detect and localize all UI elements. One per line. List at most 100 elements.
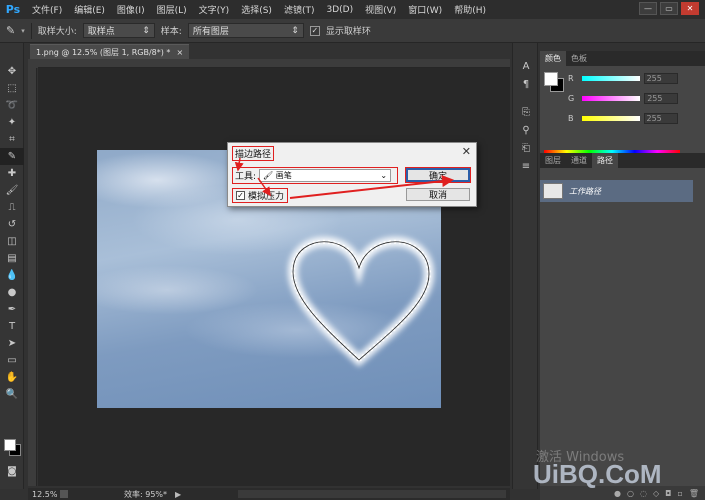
path-thumbnail xyxy=(543,183,563,199)
paragraph-panel-icon[interactable]: ¶ xyxy=(513,75,539,93)
menu-window[interactable]: 窗口(W) xyxy=(402,3,448,16)
heart-sparkles xyxy=(290,239,432,363)
status-menu-arrow-icon[interactable]: ▶ xyxy=(175,490,181,499)
gradient-tool-icon[interactable]: ▤ xyxy=(0,250,24,267)
crop-tool-icon[interactable]: ⌗ xyxy=(0,131,24,148)
show-ring-checkbox[interactable]: ✓ xyxy=(309,25,320,36)
add-mask-icon[interactable]: ◘ xyxy=(665,489,671,498)
site-watermark: UiBQ.CoM xyxy=(533,459,662,489)
tools-panel: ✥ ⬚ ➰ ✦ ⌗ ✎ ✚ 🖌 ⎍ ↺ ◫ ▤ 💧 ● ✒ T ➤ ▭ ✋ 🔍 … xyxy=(0,43,24,489)
slider-g[interactable]: G 255 xyxy=(568,92,679,104)
tab-swatches[interactable]: 色板 xyxy=(566,51,592,66)
menu-3d[interactable]: 3D(D) xyxy=(320,5,359,15)
sample-select[interactable]: 所有图层 ⇕ xyxy=(187,23,304,38)
close-icon[interactable]: ✕ xyxy=(462,145,471,158)
minimize-button[interactable]: — xyxy=(639,2,657,15)
menu-type[interactable]: 文字(Y) xyxy=(193,3,236,16)
tool-select[interactable]: 🖌 画笔 ⌄ xyxy=(259,169,392,182)
brush-preset-icon[interactable]: ⎘ xyxy=(513,103,539,121)
foreground-color-swatch[interactable] xyxy=(4,439,16,451)
zoom-level[interactable]: 12.5% xyxy=(28,490,60,499)
ps-logo: Ps xyxy=(5,3,21,16)
simulate-pressure-label: 模拟压力 xyxy=(248,192,285,202)
work-path-row[interactable]: 工作路径 xyxy=(540,180,693,202)
slider-r[interactable]: R 255 xyxy=(568,72,678,84)
history-brush-tool-icon[interactable]: ↺ xyxy=(0,216,24,233)
cancel-button[interactable]: 取消 xyxy=(406,188,470,201)
brush-tool-icon[interactable]: 🖌 xyxy=(0,182,24,199)
color-foreground-swatch[interactable] xyxy=(544,72,558,86)
menu-select[interactable]: 选择(S) xyxy=(235,3,278,16)
show-ring-label: 显示取样环 xyxy=(325,27,371,37)
slider-r-value[interactable]: 255 xyxy=(643,72,678,84)
shape-tool-icon[interactable]: ▭ xyxy=(0,352,24,369)
lasso-tool-icon[interactable]: ➰ xyxy=(0,97,24,114)
options-separator xyxy=(30,22,32,39)
new-path-icon[interactable]: ▫ xyxy=(677,489,682,498)
sample-value: 所有图层 xyxy=(192,27,229,37)
maximize-button[interactable]: ▭ xyxy=(660,2,678,15)
select-arrows-icon: ⇕ xyxy=(142,25,150,36)
tab-color[interactable]: 颜色 xyxy=(540,51,566,66)
delete-path-icon[interactable]: 🗑 xyxy=(689,489,699,498)
slider-r-track[interactable] xyxy=(581,75,640,81)
menu-filter[interactable]: 滤镜(T) xyxy=(278,3,321,16)
slider-g-value[interactable]: 255 xyxy=(644,92,679,104)
tool-presets-icon[interactable]: ⎗ xyxy=(513,139,539,157)
menu-help[interactable]: 帮助(H) xyxy=(448,3,492,16)
eyedropper-tool-icon[interactable]: ✎ xyxy=(6,24,15,37)
menu-view[interactable]: 视图(V) xyxy=(359,3,402,16)
status-info-icon[interactable] xyxy=(60,490,68,498)
simulate-pressure-checkbox[interactable]: ✓ xyxy=(236,191,245,200)
tool-label: 工具: xyxy=(235,172,257,182)
eraser-tool-icon[interactable]: ◫ xyxy=(0,233,24,250)
hand-tool-icon[interactable]: ✋ xyxy=(0,369,24,386)
document-tab-title: 1.png @ 12.5% (图层 1, RGB/8*) * xyxy=(36,47,171,57)
horizontal-scrollbar[interactable] xyxy=(238,490,506,498)
clone-source-icon[interactable]: ⚲ xyxy=(513,121,539,139)
ruler-corner xyxy=(28,59,38,68)
slider-r-label: R xyxy=(568,73,574,83)
efficiency-readout: 效率: 95%* xyxy=(124,489,168,499)
close-button[interactable]: ✕ xyxy=(681,2,699,15)
slider-g-track[interactable] xyxy=(582,95,641,101)
zoom-tool-icon[interactable]: 🔍 xyxy=(0,386,24,403)
slider-b[interactable]: B 255 xyxy=(568,112,678,124)
close-icon[interactable]: × xyxy=(176,48,183,57)
type-tool-icon[interactable]: T xyxy=(0,318,24,335)
collapsed-panels-dock: A ¶ ⎘ ⚲ ⎗ ≡ xyxy=(512,43,538,489)
menu-file[interactable]: 文件(F) xyxy=(26,3,68,16)
simulate-pressure-row[interactable]: ✓ 模拟压力 xyxy=(232,188,289,203)
sample-size-label: 取样大小: xyxy=(37,27,77,37)
ok-button[interactable]: 确定 xyxy=(405,167,471,183)
quick-mask-icon[interactable]: ◙ xyxy=(0,463,24,480)
magic-wand-tool-icon[interactable]: ✦ xyxy=(0,114,24,131)
menu-image[interactable]: 图像(I) xyxy=(111,3,151,16)
eyedropper-tool-icon[interactable]: ✎ xyxy=(0,148,24,165)
adjustments-icon[interactable]: ≡ xyxy=(513,157,539,175)
dodge-tool-icon[interactable]: ● xyxy=(0,284,24,301)
menu-layer[interactable]: 图层(L) xyxy=(151,3,193,16)
move-tool-icon[interactable]: ✥ xyxy=(0,63,24,80)
tab-paths[interactable]: 路径 xyxy=(592,153,618,168)
character-panel-icon[interactable]: A xyxy=(513,57,539,75)
marquee-tool-icon[interactable]: ⬚ xyxy=(0,80,24,97)
layers-panel-tabs: 图层 通道 路径 xyxy=(540,153,705,168)
tab-layers[interactable]: 图层 xyxy=(540,153,566,168)
pen-tool-icon[interactable]: ✒ xyxy=(0,301,24,318)
blur-tool-icon[interactable]: 💧 xyxy=(0,267,24,284)
document-tab[interactable]: 1.png @ 12.5% (图层 1, RGB/8*) * × xyxy=(30,44,190,59)
right-panels: 颜色 色板 R 255 G 255 B 255 图层 通道 路径 工作路径 ● … xyxy=(540,43,705,500)
clone-stamp-tool-icon[interactable]: ⎍ xyxy=(0,199,24,216)
slider-b-track[interactable] xyxy=(581,115,640,121)
menu-bar: Ps 文件(F) 编辑(E) 图像(I) 图层(L) 文字(Y) 选择(S) 滤… xyxy=(0,0,705,19)
tool-preset-dropdown-icon[interactable]: ▾ xyxy=(21,27,25,35)
menu-edit[interactable]: 编辑(E) xyxy=(68,3,111,16)
path-selection-tool-icon[interactable]: ➤ xyxy=(0,335,24,352)
sample-size-select[interactable]: 取样点 ⇕ xyxy=(82,23,155,38)
slider-b-label: B xyxy=(568,113,574,123)
healing-brush-tool-icon[interactable]: ✚ xyxy=(0,165,24,182)
slider-b-value[interactable]: 255 xyxy=(643,112,678,124)
tab-channels[interactable]: 通道 xyxy=(566,153,592,168)
options-bar: ✎ ▾ 取样大小: 取样点 ⇕ 样本: 所有图层 ⇕ ✓ 显示取样环 xyxy=(0,19,705,43)
